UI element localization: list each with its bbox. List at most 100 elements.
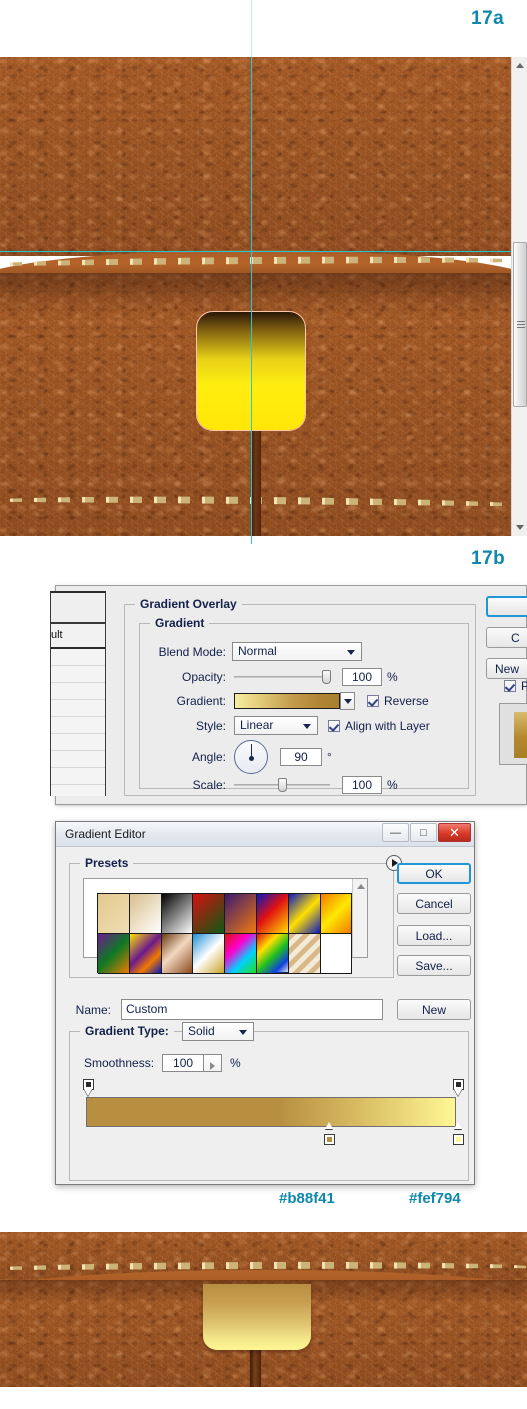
opacity-row: Opacity: 100 % [140, 668, 460, 686]
scale-slider-knob[interactable] [278, 778, 287, 792]
gradient-type-value: Solid [188, 1024, 215, 1038]
style-label: Style: [195, 718, 226, 733]
gradient-editor-title: Gradient Editor [65, 827, 146, 841]
gradient-editor-cancel-button[interactable]: Cancel [397, 893, 471, 914]
leather-seam-groove-result [250, 1348, 261, 1387]
opacity-slider-knob[interactable] [322, 670, 331, 684]
gradient-row: Gradient: Reverse [140, 692, 460, 710]
preset-swatch-copper[interactable] [161, 934, 194, 974]
scroll-up-button[interactable] [512, 57, 527, 74]
preset-swatch-foreground-to-background[interactable] [98, 894, 130, 934]
layer-style-cancel-button[interactable]: C [486, 627, 527, 648]
angle-row: Angle: 90 ° [140, 740, 460, 774]
guide-line-vertical [251, 57, 252, 536]
styles-list-default-item[interactable]: ult [50, 623, 106, 649]
gradient-editor-titlebar[interactable]: Gradient Editor — □ ✕ [56, 822, 474, 847]
scroll-down-button[interactable] [512, 519, 527, 536]
gradient-preview-swatch[interactable] [234, 693, 340, 709]
chevron-down-icon [344, 699, 352, 704]
styles-list-rows[interactable] [50, 649, 106, 796]
hex-label-dark: #b88f41 [279, 1190, 335, 1207]
reverse-checkbox[interactable] [367, 695, 379, 707]
scale-label: Scale: [192, 778, 226, 792]
canvas-scrollbar[interactable] [511, 57, 527, 536]
leather-flap-upper [0, 57, 511, 256]
chevron-up-icon [357, 884, 365, 889]
preset-swatch-blue-red-yellow[interactable] [256, 894, 289, 934]
gradient-type-select[interactable]: Solid [182, 1022, 254, 1041]
color-stop-light[interactable] [453, 1122, 464, 1146]
angle-dial[interactable] [234, 740, 268, 774]
preset-swatch-red-green[interactable] [193, 894, 226, 934]
color-stop-dark[interactable] [324, 1122, 335, 1146]
preset-swatch-chrome[interactable] [193, 934, 226, 974]
layer-style-new-style-button[interactable]: New [486, 658, 527, 679]
preview-checkbox[interactable] [504, 680, 516, 692]
canvas-screenshot-17a [0, 57, 511, 536]
gradient-overlay-group: Gradient Overlay Gradient Blend Mode: No… [124, 597, 476, 796]
preset-swatch-blue-yellow-blue[interactable] [288, 894, 321, 934]
gradient-editor-body: Presets OK Cancel Load... Save... Name: … [56, 847, 474, 1186]
gradient-subgroup: Gradient Blend Mode: Normal Opacity: 100… [139, 616, 470, 794]
gradient-editor-ok-button[interactable]: OK [397, 863, 471, 884]
angle-input[interactable]: 90 [280, 748, 322, 766]
preset-swatch-foreground-to-transparent[interactable] [129, 894, 162, 934]
step-label-17a: 17a [471, 8, 505, 29]
scrollbar-thumb[interactable] [513, 242, 527, 407]
maximize-button[interactable]: □ [410, 823, 437, 842]
preview-thumbnail-gradient [514, 712, 527, 758]
style-select[interactable]: Linear [234, 716, 318, 735]
minimize-button[interactable]: — [382, 823, 409, 842]
blend-mode-select[interactable]: Normal [232, 642, 362, 661]
preset-swatch-violet-orange[interactable] [225, 894, 257, 934]
preset-swatch-spectrum[interactable] [225, 934, 257, 974]
opacity-stop-left[interactable] [83, 1079, 94, 1097]
opacity-stop-right[interactable] [453, 1079, 464, 1097]
presets-group: Presets [69, 855, 402, 978]
presets-title: Presets [80, 856, 134, 870]
page-root: 17a 17b ult Gradient Overlay Gradient Bl… [0, 0, 527, 1409]
body-shadow [0, 273, 511, 313]
scale-input[interactable]: 100 [342, 776, 382, 794]
preset-swatch-transparent-stripes[interactable] [288, 934, 321, 974]
preset-swatch-black-white[interactable] [161, 894, 194, 934]
stop-house-icon [324, 1134, 335, 1145]
layer-style-ok-button[interactable] [486, 596, 527, 617]
scale-unit: % [387, 778, 398, 792]
gradient-subgroup-title: Gradient [150, 616, 210, 630]
presets-grid[interactable] [97, 893, 353, 974]
preset-swatch-orange-yellow-orange[interactable] [320, 894, 353, 934]
align-with-layer-checkbox[interactable] [328, 719, 340, 732]
layer-style-buttons: C New [486, 596, 527, 679]
preset-swatch-violet-green-orange[interactable] [98, 934, 130, 974]
smoothness-stepper[interactable] [203, 1054, 223, 1072]
close-button[interactable]: ✕ [438, 823, 471, 842]
gradient-strip[interactable] [86, 1097, 456, 1127]
opacity-input[interactable]: 100 [342, 668, 382, 686]
gradient-label: Gradient: [176, 694, 226, 708]
angle-hub-icon [249, 756, 254, 761]
smoothness-input[interactable]: 100 [162, 1054, 205, 1072]
preset-swatch-transparent-rainbow[interactable] [256, 934, 289, 974]
gradient-editor-load-button[interactable]: Load... [397, 925, 471, 946]
opacity-slider[interactable] [234, 670, 331, 684]
layer-style-effects-list[interactable]: ult [50, 591, 106, 796]
presets-scrollbar[interactable] [352, 879, 367, 957]
style-value: Linear [240, 718, 274, 732]
preview-row: P [504, 679, 527, 693]
gradient-type-group: Gradient Type: Solid Smoothness: 100 % [69, 1022, 469, 1181]
guide-line-horizontal [0, 251, 511, 252]
gradient-picker-dropdown[interactable] [340, 692, 355, 710]
gradient-editor-save-button[interactable]: Save... [397, 955, 471, 976]
preset-swatch-yellow-violet-orange-blue[interactable] [129, 934, 162, 974]
style-row: Style: Linear Align with Layer [140, 716, 470, 735]
presets-pane[interactable] [83, 878, 368, 974]
gradient-overlay-title: Gradient Overlay [135, 597, 242, 611]
photoshop-dialogs: ult Gradient Overlay Gradient Blend Mode… [0, 585, 527, 1185]
gradient-name-row: Name: Custom New [69, 999, 471, 1020]
scrollbar-grip-icon [517, 321, 525, 328]
gradient-name-input[interactable]: Custom [121, 999, 383, 1020]
scale-slider[interactable] [234, 778, 330, 792]
gradient-new-button[interactable]: New [397, 999, 471, 1020]
preset-swatch-empty-slot[interactable] [320, 934, 353, 974]
